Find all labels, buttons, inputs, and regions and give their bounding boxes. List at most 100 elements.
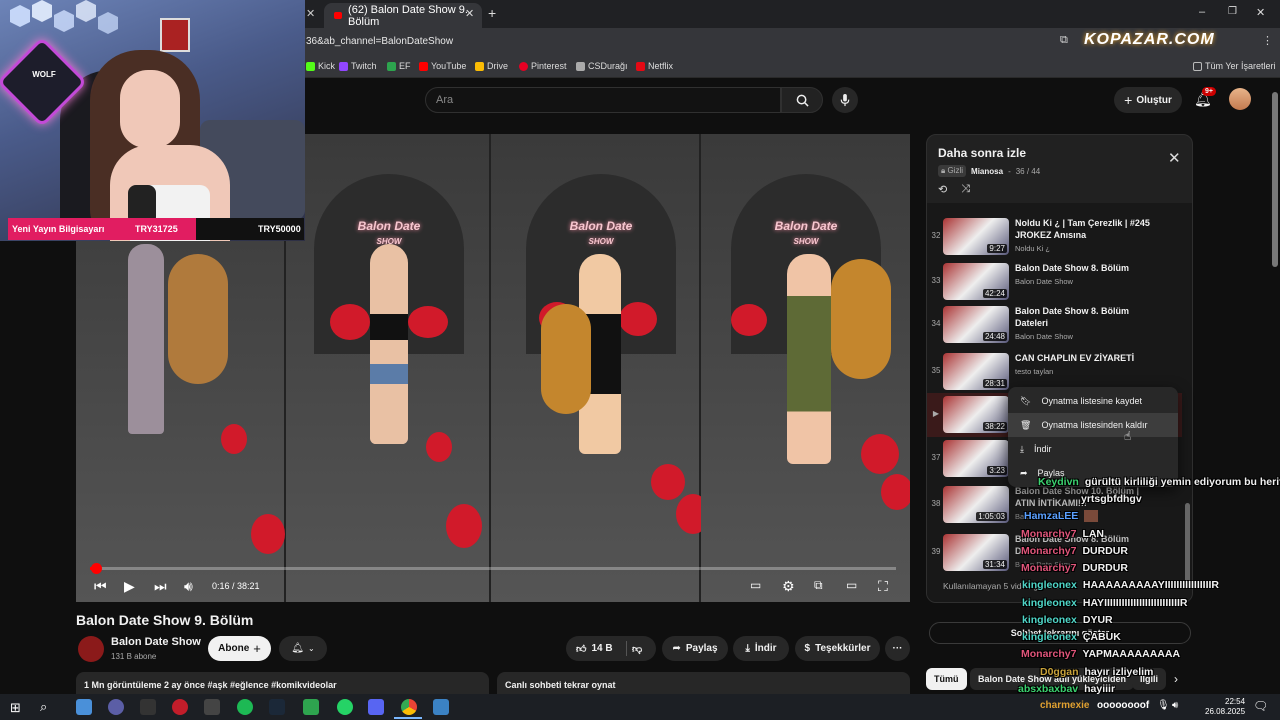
page-scrollbar[interactable] [1272,92,1278,267]
balloon [426,432,452,462]
minimize-icon[interactable]: – [1199,6,1205,18]
bookmark-pinterest[interactable]: Pinterest [519,61,567,71]
thanks-icon: $ [804,643,811,654]
epic-icon[interactable] [140,699,156,715]
miniplayer-icon[interactable]: ⧉ [814,578,823,593]
search-button[interactable] [781,87,823,113]
chevron-right-icon[interactable]: › [1174,672,1178,686]
progress-bar[interactable] [90,563,896,574]
video-thumbnail: 3:23 [943,440,1009,477]
item-channel: Balon Date Show [1015,332,1073,341]
windows-taskbar: ⊞ ⌕ charmexie oooooooof 🎙︎ 🔊︎ 22:54 26.08… [0,694,1280,720]
chrome-icon[interactable] [401,699,417,715]
shuffle-icon[interactable]: ⤨ [961,183,970,196]
playlist-scrollbar[interactable] [1185,503,1190,583]
subtitles-icon[interactable]: ▭ [750,578,761,592]
volume-icon[interactable]: 🔊︎ [184,578,193,595]
list-item[interactable]: 33 42:24 Balon Date Show 8. Bölüm Balon … [927,260,1182,304]
menu-icon[interactable]: ⋮ [1262,34,1273,47]
system-clock[interactable]: 22:54 26.08.2025 [1205,697,1245,717]
chat-message: Monarchy7 YAPMAAAAAAAAA [1021,648,1181,660]
balloon [881,474,910,510]
bookmark-netflix[interactable]: Netflix [636,61,673,71]
netflix-icon [636,61,645,71]
voice-search-button[interactable] [832,87,858,113]
goal-label: Yeni Yayın Bilgisayarı [12,224,105,234]
search-icon [796,94,809,107]
scrubber-handle[interactable] [90,563,102,574]
hexagon-lights-icon [10,0,118,34]
chat-message: kingleonex HAYIIIIIIIIIIIIIIIIIIIIIIIIIIR [1022,597,1188,609]
drive-icon [475,61,484,71]
fullscreen-icon[interactable]: ⛶ [878,578,888,595]
bookmark-csduragi[interactable]: CSDurağı [576,61,628,71]
list-item[interactable]: 32 9:27 Noldu Ki ¿ | Tam Çerezlik | #245… [927,215,1182,259]
theater-icon[interactable]: ▭ [846,578,857,592]
windows-start-icon[interactable]: ⊞ [10,700,21,716]
thumbs-down-icon[interactable]: 👎︎ [632,643,642,655]
like-button[interactable]: 👍︎ 14 B 👎︎ [566,636,656,661]
search-input[interactable]: Ara [436,94,453,106]
menu-item-remove-from-playlist[interactable]: 🗑︎ Oynatma listesinden kaldır [1008,413,1178,437]
play-icon[interactable]: ▶︎ [124,578,135,595]
volume-icon[interactable]: 🔊︎ [1172,700,1178,711]
settings-icon[interactable]: ⚙︎ [782,578,795,595]
tab-active[interactable]: (62) Balon Date Show 9. Bölüm [324,3,482,28]
bookmark-kick[interactable]: Kick [306,61,335,71]
share-button[interactable]: ➦ Paylaş [662,636,728,661]
previous-icon[interactable]: ⏮︎ [94,578,107,595]
app-icon[interactable] [76,699,92,715]
close-tab-icon[interactable]: ✕ [306,7,315,20]
avatar[interactable] [1229,88,1251,110]
menu-item-save-to-playlist[interactable]: 🔖︎ Oynatma listesine kaydet [1008,389,1178,413]
loop-icon[interactable]: ⟲ [938,183,947,196]
playlist-owner[interactable]: Mianosa [971,167,1003,176]
microphone-icon[interactable]: 🎙︎ [1157,700,1170,711]
chip-all[interactable]: Tümü [926,668,967,690]
channel-avatar[interactable] [78,636,104,662]
next-icon[interactable]: ⏭︎ [154,578,167,595]
create-button[interactable]: + Oluştur [1114,87,1182,113]
url-field[interactable]: 36&ab_channel=BalonDateShow [306,36,453,47]
bell-icon: 🔔︎ [291,643,304,654]
subscribe-button[interactable]: Abone + [208,636,271,661]
app-icon[interactable] [433,699,449,715]
channel-name[interactable]: Balon Date Show [111,636,201,648]
whatsapp-icon[interactable] [337,699,353,715]
bookmark-all[interactable]: Tüm Yer İşaretleri [1193,61,1276,71]
maximize-icon[interactable]: ❐ [1228,6,1237,17]
search-box[interactable]: Ara [425,87,781,113]
bookmark-drive[interactable]: Drive [475,61,508,71]
app-icon[interactable] [204,699,220,715]
new-tab-icon[interactable]: + [488,5,496,21]
bookmark-twitch[interactable]: Twitch [339,61,377,71]
balloon [251,514,285,554]
steam-icon[interactable] [269,699,285,715]
item-title: Balon Date Show 8. Bölüm [1015,263,1130,273]
app-icon[interactable] [303,699,319,715]
download-button[interactable]: ⤓ İndir [733,636,789,661]
close-icon[interactable]: ✕ [1168,149,1181,167]
cast-icon[interactable]: ⧉ [1060,34,1068,47]
bookmark-youtube[interactable]: YouTube [419,61,466,71]
share-icon: ➦ [672,643,681,654]
playlist-title[interactable]: Daha sonra izle [938,146,1026,160]
chat-message: kingleonex ÇABUK [1022,631,1121,643]
list-item[interactable]: 34 24:48 Balon Date Show 8. Bölüm Datele… [927,303,1182,347]
spotify-icon[interactable] [237,699,253,715]
playlist-controls: ⟲ ⤨ [938,183,970,196]
more-button[interactable]: ··· [885,636,910,661]
search-icon[interactable]: ⌕ [40,699,47,715]
app-icon[interactable] [108,699,124,715]
notification-center-icon[interactable]: 🗨︎ [1253,699,1268,713]
thanks-button[interactable]: $ Teşekkürler [795,636,880,661]
close-tab-icon[interactable]: ✕ [465,7,474,20]
menu-item-download[interactable]: ⤓ İndir [1008,437,1178,461]
discord-icon[interactable] [368,699,384,715]
bookmark-ef[interactable]: EF [387,61,411,71]
teddy-bear [831,259,891,379]
close-window-icon[interactable]: ✕ [1256,6,1265,19]
opera-icon[interactable] [172,699,188,715]
notification-bell-button[interactable]: 🔔︎ ⌄ [279,636,327,661]
chat-message: yrtsgbfdhgv [1081,493,1142,505]
